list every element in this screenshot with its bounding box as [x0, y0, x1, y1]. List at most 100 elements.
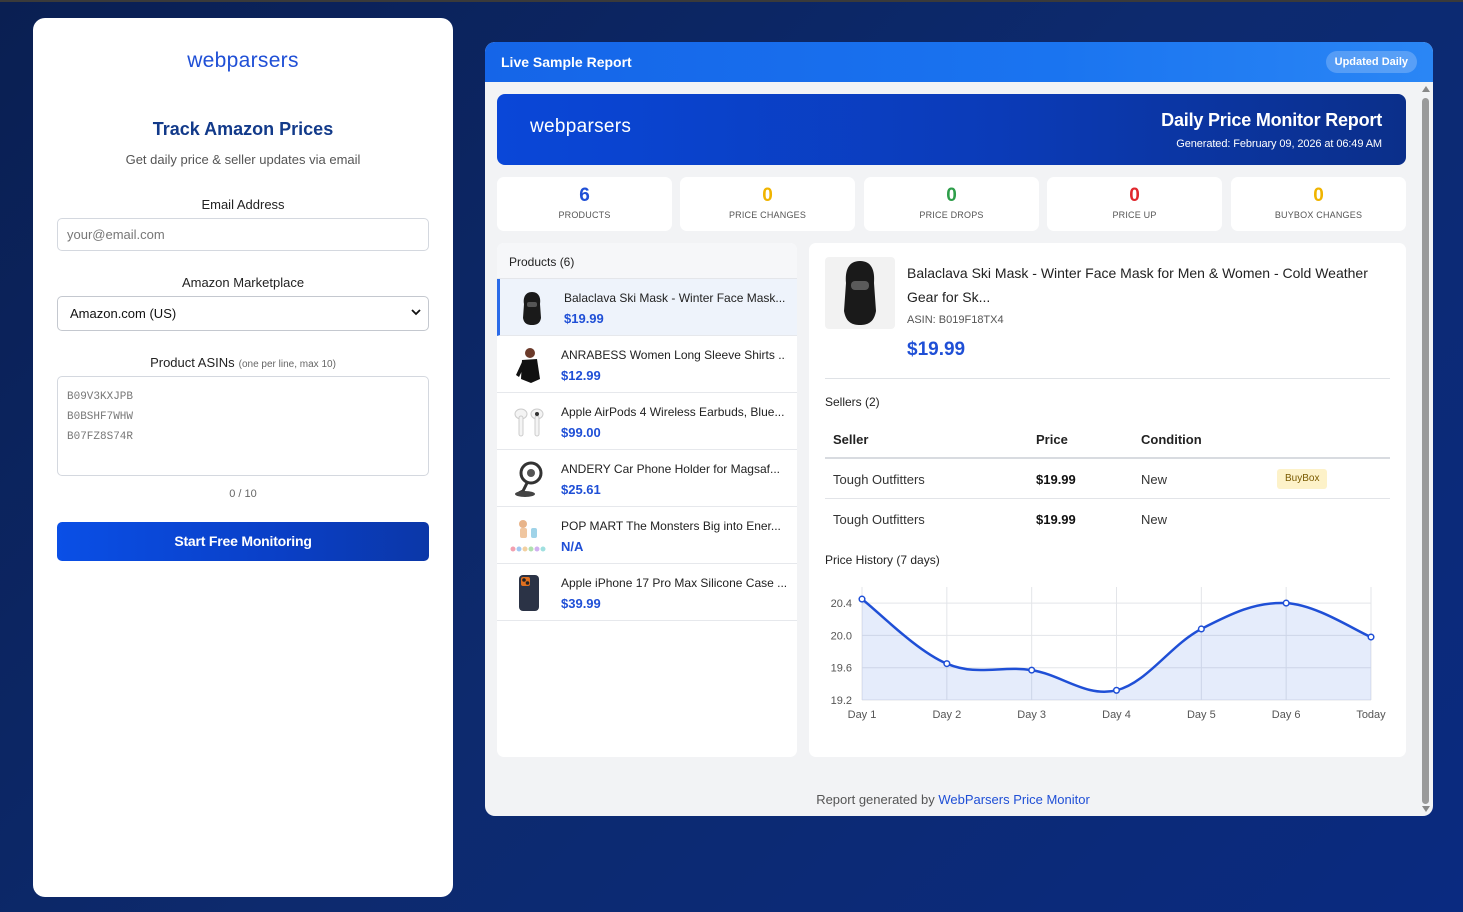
seller-price: $19.99	[1036, 512, 1076, 527]
product-item[interactable]: Balaclava Ski Mask - Winter Face Mask...…	[497, 279, 797, 336]
stat-value: 0	[946, 185, 957, 206]
y-tick-label: 20.4	[831, 598, 852, 610]
email-field[interactable]: your@email.com	[57, 218, 429, 251]
stat-label: PRICE CHANGES	[728, 210, 807, 220]
stat-value: 6	[579, 185, 590, 206]
report-header-title: Live Sample Report	[501, 54, 632, 70]
shirt-icon	[516, 348, 540, 383]
price-history-chart: 20.4 20.0 19.6 19.2 Day 1 Day 2 Day 3 Day 4 Day …	[831, 587, 1386, 721]
product-item[interactable]: ANRABESS Women Long Sleeve Shirts ... $1…	[497, 336, 797, 393]
table-header-row: Seller Price Condition	[825, 421, 1390, 459]
footer-link[interactable]: WebParsers Price Monitor	[938, 792, 1089, 807]
asin-counter: 0 / 10	[229, 488, 257, 500]
column-header: Price	[1036, 432, 1068, 447]
earbuds-icon	[514, 408, 544, 437]
stat-label: PRICE DROPS	[919, 210, 984, 220]
stat-value: 0	[762, 185, 773, 206]
balaclava-icon	[844, 261, 876, 325]
footer-text: Report generated by	[816, 792, 939, 807]
product-title: Balaclava Ski Mask - Winter Face Mask fo…	[907, 265, 1368, 305]
seller-price: $19.99	[1036, 472, 1076, 487]
marketplace-select[interactable]: Amazon.com (US)	[57, 296, 429, 331]
stat-label: PRICE UP	[1112, 210, 1157, 220]
page-subtitle: Get daily price & seller updates via ema…	[125, 152, 361, 167]
stat-label: BUYBOX CHANGES	[1274, 210, 1363, 220]
report-banner: webparsers Daily Price Monitor Report Ge…	[497, 94, 1406, 165]
product-price: N/A	[561, 539, 584, 554]
product-name: Apple AirPods 4 Wireless Earbuds, Blue..…	[561, 405, 785, 419]
stat-value: 0	[1313, 185, 1324, 206]
stats-row: 6 PRODUCTS 0 PRICE CHANGES 0 PRICE DROPS…	[497, 177, 1406, 231]
asin-placeholder-line: B09V3KXJPB	[67, 391, 134, 403]
product-name: POP MART The Monsters Big into Ener...	[561, 519, 781, 533]
report-header: Live Sample Report Updated Daily	[485, 42, 1433, 82]
sample-report-panel: Live Sample Report Updated Daily webpars…	[485, 42, 1433, 816]
scroll-up-arrow-icon[interactable]	[1422, 86, 1430, 92]
balaclava-icon	[523, 292, 541, 325]
column-header: Condition	[1141, 432, 1202, 447]
product-name: ANDERY Car Phone Holder for Magsaf...	[561, 462, 780, 476]
marketplace-label: Amazon Marketplace	[181, 275, 305, 290]
data-point	[1028, 666, 1036, 674]
data-point	[1112, 686, 1121, 694]
product-price: $39.99	[561, 596, 601, 611]
data-point	[1197, 625, 1205, 633]
product-item[interactable]: Apple iPhone 17 Pro Max Silicone Case ..…	[497, 564, 797, 621]
asins-label-text: Product ASINs	[150, 355, 235, 370]
x-tick-label: Day 5	[1187, 709, 1216, 721]
table-row: Tough Outfitters $19.99 New	[825, 499, 1390, 539]
signup-card: webparsers Track Amazon Prices Get daily…	[33, 18, 453, 897]
product-name: ANRABESS Women Long Sleeve Shirts ...	[561, 348, 786, 362]
toy-figures-icon	[510, 520, 546, 552]
y-tick-label: 20.0	[831, 630, 852, 642]
products-list: Products (6) Balaclava Ski Mask - Winter…	[497, 243, 797, 757]
divider	[825, 378, 1390, 379]
stat-buybox-changes: 0 BUYBOX CHANGES	[1231, 177, 1406, 231]
seller-condition: New	[1141, 512, 1168, 527]
data-point	[1282, 599, 1290, 607]
banner-logo: webparsers	[530, 116, 632, 137]
report-scrollbar[interactable]	[1421, 84, 1431, 816]
seller-name: Tough Outfitters	[833, 512, 925, 527]
product-name: Balaclava Ski Mask - Winter Face Mask...	[564, 291, 786, 305]
stat-products: 6 PRODUCTS	[497, 177, 672, 231]
products-header: Products (6)	[497, 243, 797, 279]
asin-placeholder-line: B0BSHF7WHW	[67, 411, 134, 423]
product-item[interactable]: POP MART The Monsters Big into Ener... N…	[497, 507, 797, 564]
sellers-table: Seller Price Condition Tough Outfitters …	[825, 421, 1390, 539]
marketplace-value: Amazon.com (US)	[70, 306, 177, 321]
x-tick-label: Day 1	[848, 709, 877, 721]
product-price: $25.61	[561, 482, 601, 497]
data-point	[858, 595, 866, 603]
seller-condition: New	[1141, 472, 1168, 487]
buybox-badge: BuyBox	[1277, 469, 1328, 489]
product-item[interactable]: ANDERY Car Phone Holder for Magsaf... $2…	[497, 450, 797, 507]
scroll-down-arrow-icon[interactable]	[1422, 806, 1430, 812]
page-title: Track Amazon Prices	[152, 119, 334, 139]
start-monitoring-button[interactable]: Start Free Monitoring	[57, 522, 429, 561]
table-row: Tough Outfitters $19.99 New BuyBox	[825, 459, 1390, 499]
stat-price-drops: 0 PRICE DROPS	[864, 177, 1039, 231]
updated-daily-badge: Updated Daily	[1325, 51, 1417, 73]
product-price: $19.99	[564, 311, 604, 326]
product-item[interactable]: Apple AirPods 4 Wireless Earbuds, Blue..…	[497, 393, 797, 450]
asins-label: Product ASINs (one per line, max 10)	[57, 355, 429, 370]
product-price: $12.99	[561, 368, 601, 383]
scroll-thumb[interactable]	[1422, 98, 1429, 804]
stat-label: PRODUCTS	[558, 210, 611, 220]
data-point	[943, 660, 951, 668]
report-footer: Report generated by WebParsers Price Mon…	[485, 792, 1421, 807]
asins-hint: (one per line, max 10)	[238, 359, 336, 370]
product-detail: Balaclava Ski Mask - Winter Face Mask fo…	[809, 243, 1406, 757]
sellers-label: Sellers (2)	[825, 395, 880, 409]
x-tick-label: Day 3	[1017, 709, 1046, 721]
product-name: Apple iPhone 17 Pro Max Silicone Case ..…	[561, 576, 786, 590]
x-tick-label: Today	[1356, 709, 1386, 721]
webparsers-logo: webparsers	[187, 49, 299, 72]
asins-textarea[interactable]: B09V3KXJPB B0BSHF7WHW B07FZ8S74R	[57, 376, 429, 476]
stat-price-changes: 0 PRICE CHANGES	[680, 177, 855, 231]
x-tick-label: Day 4	[1102, 709, 1131, 721]
phone-holder-icon	[515, 461, 543, 497]
stat-value: 0	[1129, 185, 1140, 206]
y-tick-label: 19.2	[831, 695, 852, 707]
